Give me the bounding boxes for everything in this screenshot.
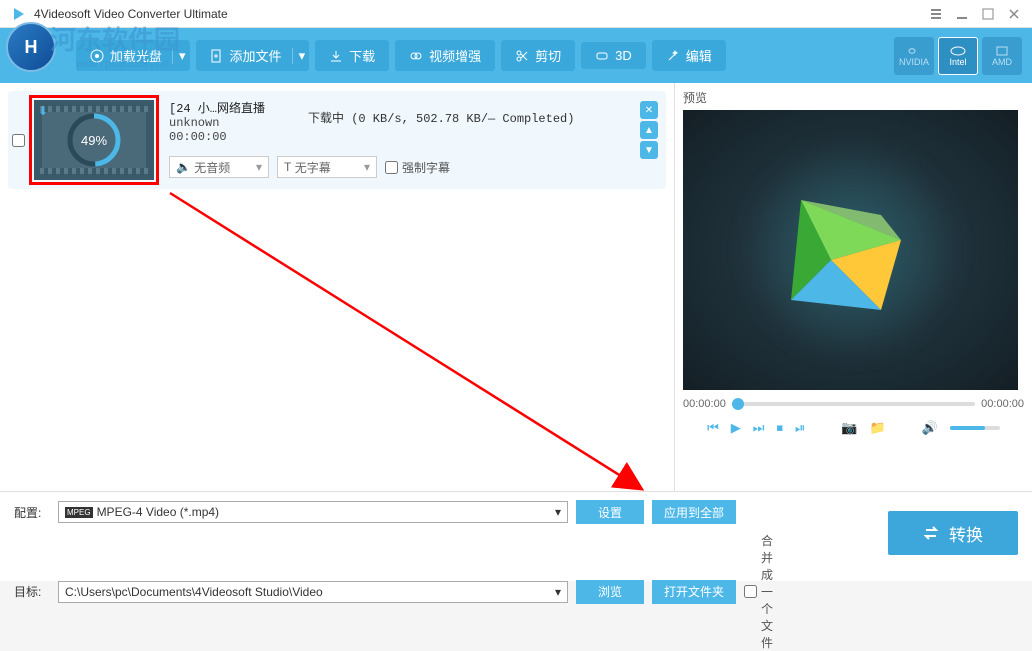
download-icon — [329, 49, 343, 63]
apply-all-button[interactable]: 应用到全部 — [652, 500, 736, 524]
format-icon: MPEG — [65, 507, 93, 518]
volume-slider[interactable] — [950, 425, 1000, 431]
output-path-input[interactable]: C:\Users\pc\Documents\4Videosoft Studio\… — [58, 581, 568, 603]
open-output-folder-button[interactable]: 打开文件夹 — [652, 580, 736, 604]
item-collapse-button[interactable]: ✕ — [640, 101, 658, 119]
volume-button[interactable]: 🔊 — [922, 420, 938, 436]
open-folder-button[interactable]: 📁 — [870, 420, 886, 436]
app-icon — [8, 4, 28, 24]
wand-icon — [666, 49, 680, 63]
intel-icon — [949, 45, 967, 57]
preview-label: 预览 — [683, 89, 1024, 106]
player-controls: ⏮ ▶ ⏭ ⏹ ⏯ 📷 📁 🔊 — [683, 420, 1024, 436]
nvidia-icon — [905, 45, 923, 57]
gpu-nvidia[interactable]: NVIDIA — [894, 37, 934, 75]
scissors-icon — [515, 49, 529, 63]
chevron-down-icon: ▾ — [256, 160, 262, 174]
time-current: 00:00:00 — [683, 398, 726, 410]
chevron-down-icon[interactable]: ▾ — [172, 48, 186, 64]
speaker-icon: 🔈 — [176, 160, 191, 174]
annotation-arrow — [155, 183, 645, 493]
file-list-panel: ⬇ 49% [24 小…网络直播 unknown 00:00:00 下载中 (0… — [0, 83, 675, 491]
disc-icon — [90, 49, 104, 63]
force-subtitle-checkbox[interactable]: 强制字幕 — [385, 156, 450, 178]
audio-track-select[interactable]: 🔈 无音频▾ — [169, 156, 269, 178]
convert-icon — [923, 524, 941, 542]
settings-button[interactable]: 设置 — [576, 500, 644, 524]
maximize-button[interactable] — [978, 4, 998, 24]
time-total: 00:00:00 — [981, 398, 1024, 410]
browse-button[interactable]: 浏览 — [576, 580, 644, 604]
prev-button[interactable]: ⏮ — [707, 420, 719, 436]
amd-icon — [993, 45, 1011, 57]
window-menu-button[interactable] — [926, 4, 946, 24]
add-file-button[interactable]: 添加文件▾ — [196, 40, 310, 71]
text-icon: T — [284, 160, 291, 174]
seek-track[interactable] — [732, 402, 975, 406]
download-button[interactable]: 下载 — [315, 40, 389, 71]
download-indicator-icon: ⬇ — [38, 104, 48, 118]
edit-button[interactable]: 编辑 — [652, 40, 726, 71]
profile-label: 配置: — [14, 504, 50, 521]
chevron-down-icon: ▾ — [555, 505, 561, 519]
minimize-button[interactable] — [952, 4, 972, 24]
preview-panel: 预览 00:00:00 00:00:00 ⏮ ▶ ⏭ ⏹ ⏯ 📷 📁 — [675, 83, 1032, 491]
chevron-down-icon: ▾ — [555, 585, 561, 599]
step-button[interactable]: ⏯ — [795, 420, 805, 436]
next-button[interactable]: ⏭ — [753, 420, 765, 436]
target-label: 目标: — [14, 583, 50, 600]
chevron-down-icon: ▾ — [364, 160, 370, 174]
three-d-icon — [595, 49, 609, 63]
chevron-down-icon[interactable]: ▾ — [292, 48, 306, 64]
close-button[interactable] — [1004, 4, 1024, 24]
stop-button[interactable]: ⏹ — [776, 420, 783, 436]
gpu-selector: NVIDIA Intel AMD — [894, 37, 1022, 75]
player-timeline[interactable]: 00:00:00 00:00:00 — [683, 398, 1024, 410]
gpu-intel[interactable]: Intel — [938, 37, 978, 75]
enhance-button[interactable]: 视频增强 — [395, 40, 495, 71]
titlebar: 4Videosoft Video Converter Ultimate — [0, 0, 1032, 28]
item-status: 下载中 (0 KB/s, 502.78 KB/— Completed) — [308, 109, 574, 126]
three-d-button[interactable]: 3D — [581, 42, 646, 69]
progress-ring: 49% — [64, 110, 124, 170]
item-move-up-button[interactable]: ▲ — [640, 121, 658, 139]
play-button[interactable]: ▶ — [731, 420, 741, 436]
preview-logo-icon — [761, 160, 941, 340]
snapshot-button[interactable]: 📷 — [841, 420, 857, 436]
gpu-amd[interactable]: AMD — [982, 37, 1022, 75]
item-move-down-button[interactable]: ▼ — [640, 141, 658, 159]
convert-button[interactable]: 转换 — [888, 511, 1018, 555]
file-add-icon — [210, 49, 224, 63]
highlighted-thumbnail: ⬇ 49% — [29, 95, 159, 185]
load-disc-button[interactable]: 加载光盘▾ — [76, 40, 190, 71]
trim-button[interactable]: 剪切 — [501, 40, 575, 71]
seek-knob[interactable] — [732, 398, 744, 410]
preview-area[interactable] — [683, 110, 1018, 390]
footer-panel: 配置: MPEG MPEG-4 Video (*.mp4) ▾ 设置 应用到全部… — [0, 491, 1032, 581]
list-item[interactable]: ⬇ 49% [24 小…网络直播 unknown 00:00:00 下载中 (0… — [8, 91, 666, 189]
item-duration: 00:00:00 — [169, 130, 652, 144]
toolbar: 加载光盘▾ 添加文件▾ 下载 视频增强 剪切 3D 编辑 NVIDIA Inte… — [0, 28, 1032, 83]
profile-select[interactable]: MPEG MPEG-4 Video (*.mp4) ▾ — [58, 501, 568, 523]
subtitle-select[interactable]: T 无字幕▾ — [277, 156, 377, 178]
item-checkbox[interactable] — [12, 134, 25, 147]
thumbnail[interactable]: ⬇ 49% — [34, 100, 154, 180]
enhance-icon — [409, 49, 423, 63]
app-logo: H — [6, 22, 56, 72]
window-title: 4Videosoft Video Converter Ultimate — [34, 7, 228, 21]
merge-checkbox[interactable]: 合并成一个文件 — [744, 532, 780, 651]
